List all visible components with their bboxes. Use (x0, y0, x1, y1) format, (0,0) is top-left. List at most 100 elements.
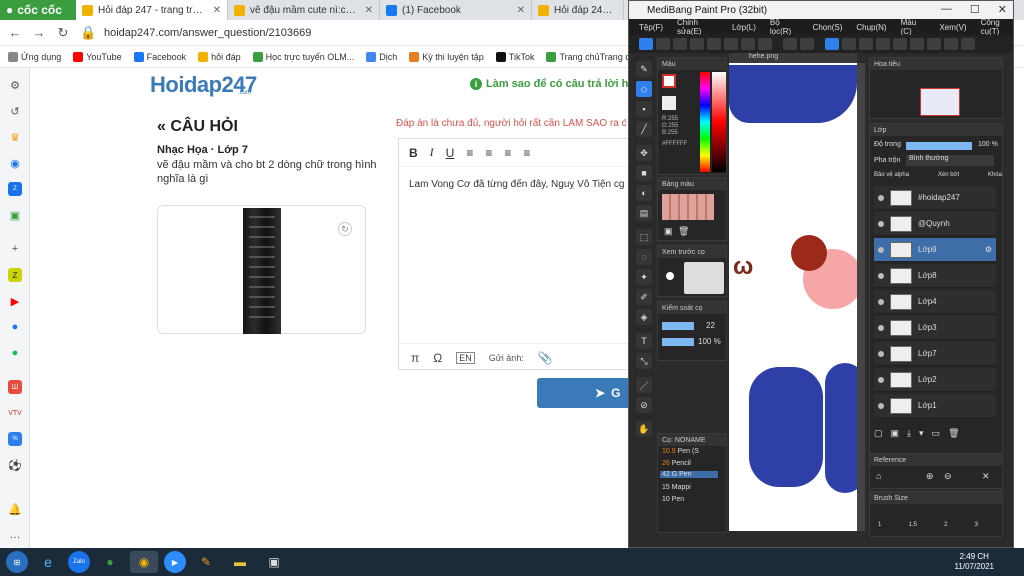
eye-icon[interactable] (878, 402, 884, 409)
spotify-icon[interactable]: ● (8, 346, 22, 360)
game-icon[interactable]: ▣ (8, 208, 22, 222)
question-photo[interactable] (243, 208, 281, 334)
drawing-canvas[interactable]: ω (729, 63, 857, 531)
text-tool-icon[interactable]: T (636, 333, 652, 349)
chat-icon[interactable] (673, 38, 687, 50)
align-center-icon[interactable]: ≡ (485, 146, 492, 160)
menu-color[interactable]: Màu (C) (901, 18, 926, 36)
layer-item[interactable]: Lớp1 (874, 394, 996, 418)
tab-dau-mam[interactable]: vẽ đậu mầm cute nì:có nhóm ✕ (228, 0, 380, 20)
brush-item[interactable]: 15 Mappi (662, 484, 691, 491)
navigator-thumbnail[interactable] (920, 88, 960, 116)
eye-icon[interactable] (878, 298, 884, 305)
pen-tool-icon[interactable]: ╱ (636, 121, 652, 137)
url-field[interactable]: hoidap247.com/answer_question/2103669 (104, 27, 311, 39)
bookmark-kythi[interactable]: Kỳ thi luyện tập (409, 51, 484, 62)
gradient-tool-icon[interactable]: ▤ (636, 205, 652, 221)
align-left-icon[interactable]: ≡ (466, 146, 473, 160)
bookmark-facebook[interactable]: Facebook (133, 51, 186, 62)
ie-icon[interactable]: e (34, 551, 62, 573)
lasso-tool-icon[interactable]: ◌ (636, 249, 652, 265)
bookmark-hoidap[interactable]: hỏi đáp (198, 51, 241, 62)
palette-delete-icon[interactable]: 🗑 (678, 226, 689, 237)
eye-icon[interactable] (878, 246, 884, 253)
menu-tools[interactable]: Công cụ(T) (981, 18, 1013, 36)
shop-icon[interactable]: Ш (8, 380, 22, 394)
coccoc-icon[interactable]: ● (96, 551, 124, 573)
messenger-icon[interactable]: ◉ (8, 156, 22, 170)
menu-view[interactable]: Xem(V) (939, 23, 966, 32)
history-icon[interactable]: ↺ (8, 104, 22, 118)
lock-checkbox[interactable]: Khóa (988, 172, 1002, 178)
menu-filter[interactable]: Bộ lọc(R) (770, 18, 799, 36)
snap-icon[interactable] (859, 38, 873, 50)
delete-layer-icon[interactable]: 🗑 (948, 428, 959, 439)
zalo-icon[interactable]: Zalo (68, 551, 90, 573)
select-pen-icon[interactable]: ✐ (636, 289, 652, 305)
rect-tool-icon[interactable]: ■ (636, 165, 652, 181)
canvas-vscrollbar[interactable] (857, 63, 865, 531)
layer-item-selected[interactable]: Lớp9 ⚙ (874, 238, 996, 262)
close-icon[interactable]: ✕ (982, 471, 990, 482)
italic-button[interactable]: I (430, 145, 434, 160)
vtv-icon[interactable]: VTV (8, 406, 22, 420)
new-file-icon[interactable] (690, 38, 704, 50)
close-icon[interactable]: ✕ (365, 5, 373, 16)
more-icon[interactable]: … (8, 528, 22, 542)
folder-icon[interactable]: ▬ (226, 551, 254, 573)
youtube-icon[interactable]: ▶ (8, 294, 22, 308)
antialias-icon[interactable] (825, 38, 839, 50)
zoom-out-icon[interactable]: ⊖ (944, 471, 952, 482)
eraser-tool-icon[interactable]: ◇ (636, 81, 652, 97)
divide-tool-icon[interactable]: ／ (636, 377, 652, 393)
move-tool-icon[interactable]: ✥ (636, 145, 652, 161)
settings-icon[interactable]: ⚙ (8, 78, 22, 92)
layer-opacity-value[interactable]: 100 % (978, 141, 998, 148)
folder-icon[interactable]: ▭ (932, 428, 941, 439)
eye-icon[interactable] (878, 272, 884, 279)
save-icon[interactable] (724, 38, 738, 50)
snap-radial-icon[interactable] (893, 38, 907, 50)
zoom-icon[interactable]: ▶ (164, 551, 186, 573)
snap-settings-icon[interactable] (944, 38, 958, 50)
bookmark-trangchu[interactable]: Trang chủTrang chủ (546, 51, 640, 62)
pi-icon[interactable]: π (411, 351, 419, 365)
bold-button[interactable]: B (409, 146, 418, 160)
brush-item[interactable]: 10.9 Pen (S (662, 448, 699, 455)
brush-opacity-slider[interactable] (662, 338, 694, 346)
tab-facebook[interactable]: (1) Facebook ✕ (380, 0, 532, 20)
duplicate-layer-icon[interactable]: ▣ (891, 428, 900, 439)
dot-tool-icon[interactable]: ▪ (636, 101, 652, 117)
eye-icon[interactable] (878, 220, 884, 227)
forward-icon[interactable]: → (32, 25, 46, 40)
facebook-icon[interactable]: ● (8, 320, 22, 334)
magic-wand-icon[interactable]: ✦ (636, 269, 652, 285)
zoom-in-icon[interactable]: ⊕ (926, 471, 934, 482)
layer-item[interactable]: Lớp2 (874, 368, 996, 392)
menu-edit[interactable]: Chỉnh sửa(E) (677, 18, 718, 36)
browser-brand[interactable]: ● cốc cốc (0, 0, 76, 20)
eye-icon[interactable] (878, 324, 884, 331)
brush-item[interactable]: 42 G Pen (660, 471, 718, 478)
new-layer-icon[interactable]: ▢ (874, 428, 883, 439)
gear-icon[interactable]: ⚙ (985, 245, 992, 254)
paint-icon[interactable]: ✎ (192, 551, 220, 573)
align-right-icon[interactable]: ≡ (504, 146, 511, 160)
eye-icon[interactable] (878, 194, 884, 201)
menu-capture[interactable]: Chụp(N) (856, 23, 886, 32)
z-app-icon[interactable]: Z (8, 268, 22, 282)
clipping-checkbox[interactable]: Xén bớt (938, 172, 959, 178)
cloud-icon[interactable] (639, 38, 653, 50)
operation-tool-icon[interactable]: ⤡ (636, 353, 652, 369)
brush-size-slider[interactable] (662, 322, 694, 330)
add-icon[interactable]: + (8, 242, 22, 256)
back-icon[interactable]: ← (8, 25, 22, 40)
layer-opacity-slider[interactable] (906, 142, 972, 150)
palette-swatches[interactable] (662, 194, 714, 220)
sale-icon[interactable]: % (8, 432, 22, 446)
protect-alpha-checkbox[interactable]: Bảo vệ alpha (874, 172, 909, 178)
eye-icon[interactable] (878, 376, 884, 383)
tab-hoidap-1[interactable]: Hỏi đáp 247 - trang tra loi ✕ (76, 0, 228, 20)
brush-size-value[interactable]: 22 (706, 321, 715, 330)
system-clock[interactable]: 2:49 CH 11/07/2021 (955, 552, 994, 572)
